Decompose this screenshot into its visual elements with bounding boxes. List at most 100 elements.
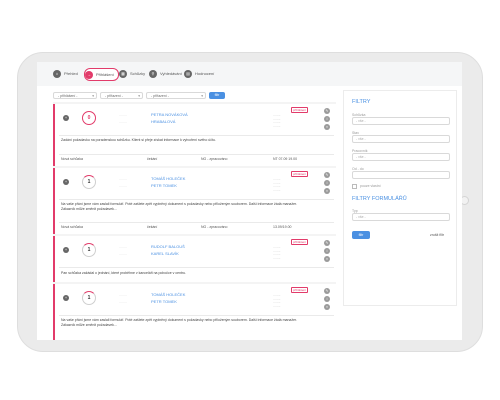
label-text: ········ xyxy=(119,120,127,124)
filter-bar: - přihlášení - ▾ - přiřazení - ▾ - přiřaze… xyxy=(53,92,343,100)
info-icon[interactable]: i xyxy=(324,180,330,186)
client-name[interactable]: TOMÁŠ HOLEČEK xyxy=(151,176,185,181)
progress-ring: 1 xyxy=(82,291,96,305)
status-badge: přihlášení xyxy=(291,171,309,177)
expand-icon[interactable]: + xyxy=(63,295,69,301)
card-actions: ✎ i × xyxy=(324,172,330,196)
worker-select[interactable]: - vše - xyxy=(352,153,450,161)
card-meta: ········ ········ ········ ········ xyxy=(273,245,281,260)
card-actions: ✎ i × xyxy=(324,288,330,312)
divider xyxy=(59,222,334,223)
edit-icon[interactable]: ✎ xyxy=(324,108,330,114)
panel-subtitle: FILTRY FORMULÁŘŮ xyxy=(352,196,407,202)
chevron-down-icon: ▾ xyxy=(92,94,94,98)
expand-icon[interactable]: + xyxy=(63,115,69,121)
label-text: ········ xyxy=(119,293,127,297)
card-actions: ✎ i × xyxy=(324,108,330,132)
tab-label: Schůzky xyxy=(130,71,146,76)
label-text: ········ xyxy=(119,113,127,117)
request-card[interactable]: + 1 ········ ········ TOMÁŠ HOLEČEK PETR… xyxy=(53,168,336,234)
divider xyxy=(59,315,334,316)
chevron-down-icon: ▾ xyxy=(201,94,203,98)
reset-filter-link[interactable]: zrušit filtr xyxy=(430,233,444,237)
app-screen: ⌂ Přehled → Přihlášení ▦ Schůzky ⚲ Vyhle… xyxy=(37,62,462,340)
tab-label: Vyhledávání xyxy=(160,71,182,76)
card-description: Zadání požadavku na poradenskou schůzku.… xyxy=(61,138,216,142)
tab-label: Hodnocení xyxy=(195,71,215,76)
checkbox-label: pouze vlastní xyxy=(360,184,381,188)
label-text: ········ xyxy=(119,177,127,181)
status-badge: přihlášení xyxy=(291,287,309,293)
worker-select[interactable]: - přiřazení - ▾ xyxy=(146,92,206,99)
label-text: ········ xyxy=(119,252,127,256)
request-card[interactable]: + 1 ········ ········ RUDOLF BALOUŠ KARE… xyxy=(53,236,336,282)
advisor-name[interactable]: PETR TOMEK xyxy=(151,299,177,304)
row-state: čekání xyxy=(147,225,158,229)
card-description: Na vaše přání jsme vám zaslali formulář.… xyxy=(61,318,297,327)
tab-hodnoceni[interactable]: ▤ Hodnocení xyxy=(184,68,214,79)
date-range-input[interactable] xyxy=(352,171,450,179)
progress-ring: 0 xyxy=(82,111,96,125)
assignee-select[interactable]: - přiřazení - ▾ xyxy=(100,92,143,99)
tab-label: Přehled xyxy=(64,71,78,76)
divider xyxy=(59,199,334,200)
top-navigation: ⌂ Přehled → Přihlášení ▦ Schůzky ⚲ Vyhle… xyxy=(37,62,462,86)
meeting-select[interactable]: - vše - xyxy=(352,117,450,125)
request-card[interactable]: + 1 ········ ········ TOMÁŠ HOLEČEK PETR… xyxy=(53,284,336,340)
request-list: + 0 ········ ········ PETRA NOVÁKOVÁ HRA… xyxy=(53,102,336,340)
advisor-name[interactable]: HRABALOVÁ xyxy=(151,119,175,124)
card-description: Pan schůzka zažádal o jednání, které pro… xyxy=(61,271,187,275)
delete-icon[interactable]: × xyxy=(324,124,330,130)
divider xyxy=(59,154,334,155)
client-name[interactable]: PETRA NOVÁKOVÁ xyxy=(151,112,188,117)
tab-schuzky[interactable]: ▦ Schůzky xyxy=(119,68,145,79)
client-name[interactable]: TOMÁŠ HOLEČEK xyxy=(151,292,185,297)
chart-icon: ▤ xyxy=(184,69,192,78)
info-icon[interactable]: i xyxy=(324,296,330,302)
advisor-name[interactable]: PETR TOMEK xyxy=(151,183,177,188)
status-badge: přihlášení xyxy=(291,239,309,245)
filter-button[interactable]: filtr xyxy=(209,92,225,99)
row-assignee: NG - zpracováno xyxy=(201,157,228,161)
progress-ring: 1 xyxy=(82,243,96,257)
row-state: čekání xyxy=(147,157,158,161)
delete-icon[interactable]: × xyxy=(324,256,330,262)
row-date: 13.09/19.00 xyxy=(273,225,292,229)
card-meta: ········ ········ ········ ········ xyxy=(273,293,281,308)
label-text: ········ xyxy=(119,184,127,188)
delete-icon[interactable]: × xyxy=(324,304,330,310)
search-icon: ⚲ xyxy=(149,69,157,78)
expand-icon[interactable]: + xyxy=(63,247,69,253)
client-name[interactable]: RUDOLF BALOUŠ xyxy=(151,244,185,249)
label-text: ········ xyxy=(119,245,127,249)
request-card[interactable]: + 0 ········ ········ PETRA NOVÁKOVÁ HRA… xyxy=(53,104,336,166)
tab-prihlaseni[interactable]: → Přihlášení xyxy=(84,68,119,81)
login-icon: → xyxy=(85,70,93,79)
tab-vyhledavani[interactable]: ⚲ Vyhledávání xyxy=(149,68,182,79)
info-icon[interactable]: i xyxy=(324,248,330,254)
edit-icon[interactable]: ✎ xyxy=(324,288,330,294)
tab-prehled[interactable]: ⌂ Přehled xyxy=(53,68,78,79)
edit-icon[interactable]: ✎ xyxy=(324,240,330,246)
info-icon[interactable]: i xyxy=(324,116,330,122)
expand-icon[interactable]: + xyxy=(63,179,69,185)
progress-ring: 1 xyxy=(82,175,96,189)
calendar-icon: ▦ xyxy=(119,69,127,78)
tab-label: Přihlášení xyxy=(96,72,114,77)
row-assignee: NG - zpracováno xyxy=(201,225,228,229)
divider xyxy=(59,135,334,136)
apply-filter-button[interactable]: filtr xyxy=(352,231,370,239)
status-badge: přihlášení xyxy=(291,107,309,113)
label-text: ········ xyxy=(119,300,127,304)
home-icon: ⌂ xyxy=(53,69,61,78)
status-select[interactable]: - přihlášení - ▾ xyxy=(53,92,97,99)
edit-icon[interactable]: ✎ xyxy=(324,172,330,178)
card-description: Na vaše přání jsme vám zaslali formulář.… xyxy=(61,202,297,211)
advisor-name[interactable]: KAREL SLAVÍK xyxy=(151,251,179,256)
card-actions: ✎ i × xyxy=(324,240,330,264)
form-type-select[interactable]: - vše - xyxy=(352,213,450,221)
delete-icon[interactable]: × xyxy=(324,188,330,194)
chevron-down-icon: ▾ xyxy=(138,94,140,98)
own-only-checkbox[interactable] xyxy=(352,184,357,189)
state-select[interactable]: - vše - xyxy=(352,135,450,143)
